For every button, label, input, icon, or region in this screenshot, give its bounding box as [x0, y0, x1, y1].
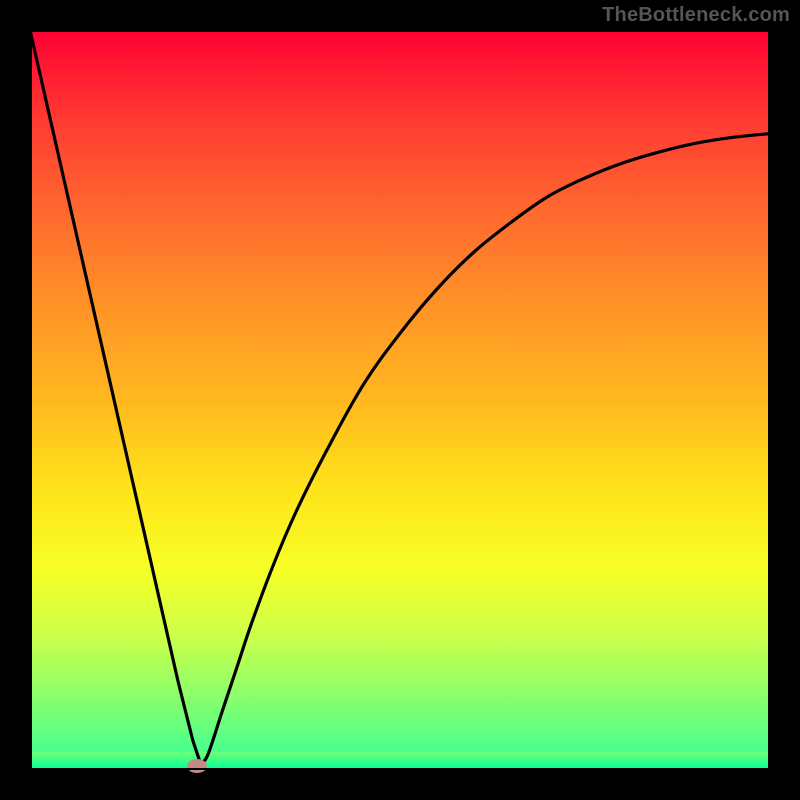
optimum-marker	[187, 759, 207, 773]
watermark-text: TheBottleneck.com	[602, 4, 790, 27]
plot-area	[30, 30, 770, 770]
bottleneck-curve-path	[30, 30, 770, 763]
chart-canvas: TheBottleneck.com	[0, 0, 800, 800]
curve-svg	[30, 30, 770, 770]
